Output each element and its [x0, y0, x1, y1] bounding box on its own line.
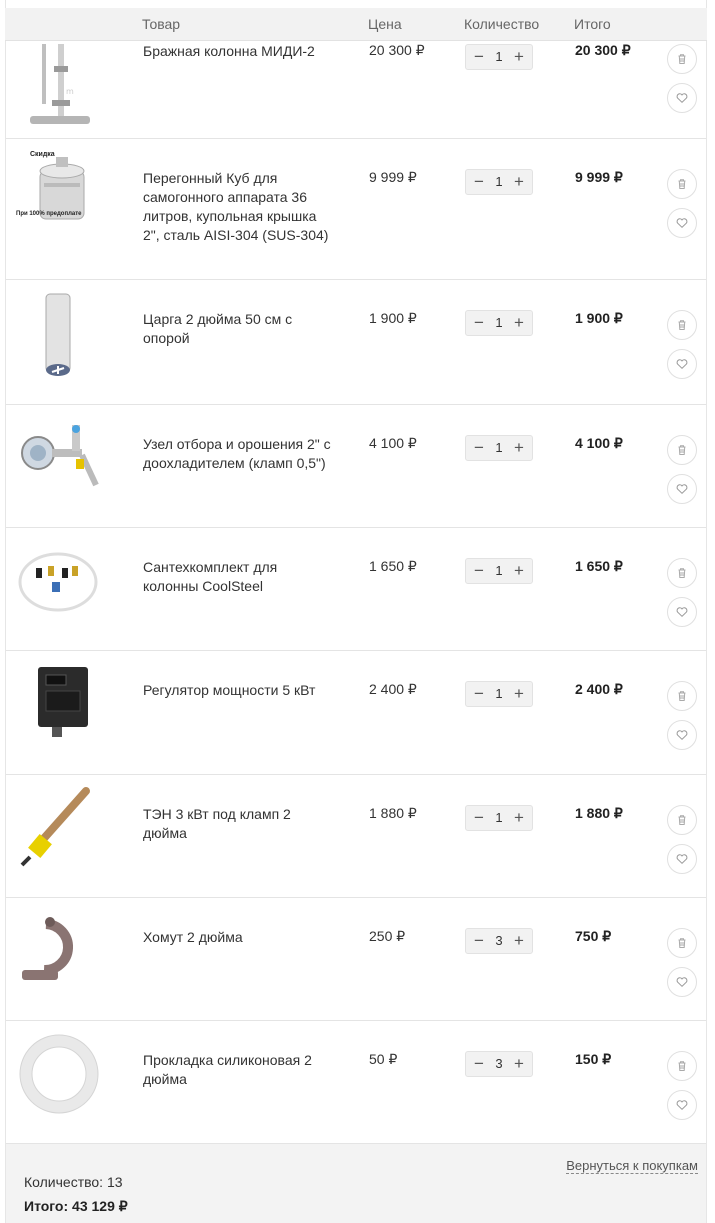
favorite-button[interactable]	[667, 720, 697, 750]
cart-row: Хомут 2 дюйма 250 ₽ −3 + 750 ₽	[6, 898, 706, 1021]
remove-button[interactable]	[667, 681, 697, 711]
cart-row: Скидка При 100% предоплате Перегонный Куб …	[6, 139, 706, 280]
discount-badge: Скидка	[30, 151, 55, 158]
row-total: 4 100 ₽	[575, 435, 623, 451]
product-name[interactable]: Сантехкомплект для колонны CoolSteel	[143, 558, 333, 596]
product-price: 2 400 ₽	[369, 681, 417, 697]
cart-table-header: Товар Цена Количество Итого	[5, 8, 707, 41]
row-total: 9 999 ₽	[575, 169, 623, 185]
increase-quantity-button[interactable]: +	[509, 311, 529, 335]
quantity-stepper: −1 +	[465, 310, 533, 336]
product-name[interactable]: Перегонный Куб для самогонного аппарата …	[143, 169, 333, 245]
product-name[interactable]: ТЭН 3 кВт под кламп 2 дюйма	[143, 805, 333, 843]
product-name[interactable]: Узел отбора и орошения 2" с доохладителе…	[143, 435, 333, 473]
quantity-stepper: −1 +	[465, 169, 533, 195]
row-total: 750 ₽	[575, 928, 612, 944]
product-price: 1 880 ₽	[369, 805, 417, 821]
favorite-button[interactable]	[667, 474, 697, 504]
increase-quantity-button[interactable]: +	[509, 929, 529, 953]
remove-button[interactable]	[667, 435, 697, 465]
quantity-stepper: −1 +	[465, 805, 533, 831]
product-name[interactable]: Хомут 2 дюйма	[143, 928, 333, 947]
cart-sum: Итого: 43 129 ₽	[24, 1198, 128, 1214]
remove-button[interactable]	[667, 310, 697, 340]
quantity-stepper: −1 +	[465, 435, 533, 461]
plumbing-kit-image[interactable]	[16, 538, 102, 624]
remove-button[interactable]	[667, 1051, 697, 1081]
favorite-button[interactable]	[667, 967, 697, 997]
remove-button[interactable]	[667, 44, 697, 74]
favorite-button[interactable]	[667, 208, 697, 238]
cart-row: Узел отбора и орошения 2" с доохладителе…	[6, 405, 706, 528]
row-total: 20 300 ₽	[575, 42, 631, 58]
increase-quantity-button[interactable]: +	[509, 170, 529, 194]
header-product: Товар	[142, 16, 181, 32]
increase-quantity-button[interactable]: +	[509, 806, 529, 830]
row-total: 150 ₽	[575, 1051, 612, 1067]
row-total: 1 880 ₽	[575, 805, 623, 821]
favorite-button[interactable]	[667, 844, 697, 874]
product-price: 20 300 ₽	[369, 42, 425, 58]
svg-text:m: m	[66, 87, 74, 96]
quantity-stepper: −3 +	[465, 928, 533, 954]
tube-section-image[interactable]	[16, 290, 102, 376]
heating-element-image[interactable]	[16, 785, 102, 871]
cart-row: Сантехкомплект для колонны CoolSteel 1 65…	[6, 528, 706, 651]
cart-count: Количество: 13	[24, 1174, 123, 1190]
prepayment-note: При 100% предоплате	[16, 211, 82, 217]
clamp-image[interactable]	[16, 908, 102, 994]
favorite-button[interactable]	[667, 1090, 697, 1120]
cart-row: Прокладка силиконовая 2 дюйма 50 ₽ −3 + 150 …	[6, 1021, 706, 1144]
remove-button[interactable]	[667, 558, 697, 588]
back-to-shopping-link[interactable]: Вернуться к покупкам	[566, 1158, 698, 1174]
quantity-stepper: −3 +	[465, 1051, 533, 1077]
remove-button[interactable]	[667, 169, 697, 199]
remove-button[interactable]	[667, 805, 697, 835]
row-total: 1 650 ₽	[575, 558, 623, 574]
favorite-button[interactable]	[667, 83, 697, 113]
remove-button[interactable]	[667, 928, 697, 958]
cart-row: ТЭН 3 кВт под кламп 2 дюйма 1 880 ₽ −1 + 1 8…	[6, 775, 706, 898]
product-price: 50 ₽	[369, 1051, 398, 1067]
header-price: Цена	[368, 16, 402, 32]
product-price: 1 900 ₽	[369, 310, 417, 326]
column-still-image[interactable]: m	[16, 44, 102, 130]
row-total: 2 400 ₽	[575, 681, 623, 697]
product-price: 4 100 ₽	[369, 435, 417, 451]
power-regulator-image[interactable]	[16, 661, 102, 747]
product-price: 1 650 ₽	[369, 558, 417, 574]
reflux-unit-image[interactable]	[16, 415, 102, 501]
favorite-button[interactable]	[667, 597, 697, 627]
product-price: 9 999 ₽	[369, 169, 417, 185]
cart-row: Регулятор мощности 5 кВт 2 400 ₽ −1 + 2 400 …	[6, 651, 706, 775]
quantity-stepper: −1 +	[465, 681, 533, 707]
increase-quantity-button[interactable]: +	[509, 682, 529, 706]
increase-quantity-button[interactable]: +	[509, 1052, 529, 1076]
product-name[interactable]: Бражная колонна МИДИ-2	[143, 42, 333, 61]
row-total: 1 900 ₽	[575, 310, 623, 326]
cart-footer: Вернуться к покупкам Количество: 13 Итог…	[6, 1144, 706, 1223]
quantity-stepper: −1 +	[465, 558, 533, 584]
cart-row: Царга 2 дюйма 50 см с опорой 1 900 ₽ −1 + 1 …	[6, 280, 706, 405]
increase-quantity-button[interactable]: +	[509, 436, 529, 460]
product-name[interactable]: Царга 2 дюйма 50 см с опорой	[143, 310, 333, 348]
header-quantity: Количество	[464, 16, 540, 32]
distillation-tank-image[interactable]: Скидка При 100% предоплате	[16, 149, 102, 235]
silicone-gasket-image[interactable]	[16, 1031, 102, 1117]
increase-quantity-button[interactable]: +	[509, 559, 529, 583]
product-name[interactable]: Регулятор мощности 5 кВт	[143, 681, 333, 700]
quantity-stepper: −1 +	[465, 44, 533, 70]
cart-row: m Бражная колонна МИДИ-2 20 300 ₽ −1 + 20 300…	[6, 42, 706, 139]
product-price: 250 ₽	[369, 928, 406, 944]
header-total: Итого	[574, 16, 611, 32]
favorite-button[interactable]	[667, 349, 697, 379]
product-name[interactable]: Прокладка силиконовая 2 дюйма	[143, 1051, 333, 1089]
increase-quantity-button[interactable]: +	[509, 45, 529, 69]
